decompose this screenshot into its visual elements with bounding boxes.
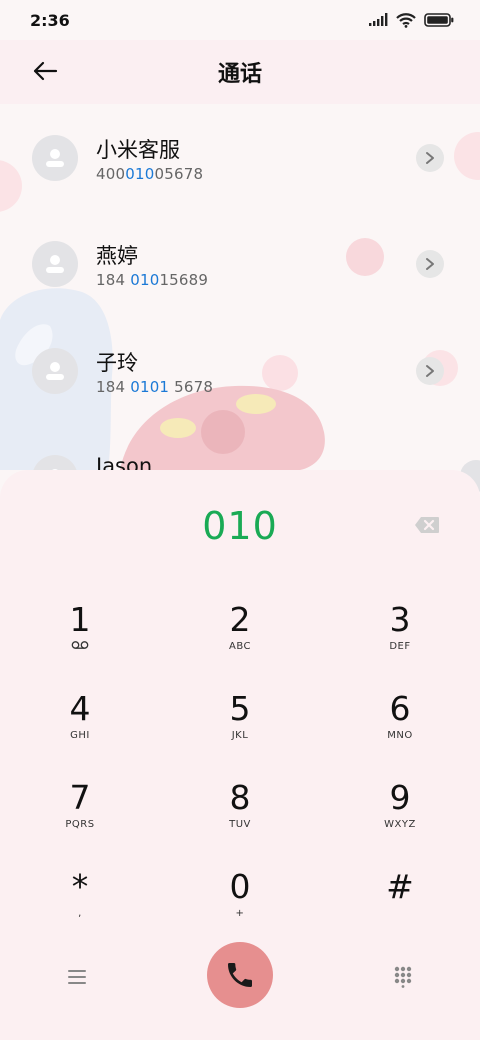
contact-row[interactable]: 子玲 184 0101 5678 bbox=[0, 317, 480, 423]
chevron-right-icon bbox=[426, 152, 434, 164]
chevron-right-icon bbox=[426, 365, 434, 377]
keypad-toggle-button[interactable] bbox=[388, 962, 418, 992]
arrow-left-icon bbox=[33, 61, 58, 81]
wifi-icon bbox=[396, 12, 416, 28]
contact-row[interactable]: 小米客服 40001005678 bbox=[0, 104, 480, 210]
menu-button[interactable] bbox=[62, 962, 92, 992]
status-time: 2:36 bbox=[30, 10, 70, 30]
page-title: 通话 bbox=[217, 62, 262, 87]
key-0[interactable]: 0 + bbox=[180, 867, 300, 947]
contact-detail-button[interactable] bbox=[416, 144, 444, 172]
key-9[interactable]: 9 WXYZ bbox=[340, 778, 460, 858]
dialer-panel: 010 1 2 ABC 3 DEF 4 GHI 5 JKL 6 MNO 7 PQ… bbox=[0, 470, 480, 1040]
person-icon bbox=[46, 149, 64, 167]
signal-icon bbox=[369, 13, 388, 26]
voicemail-icon bbox=[20, 640, 140, 654]
avatar bbox=[32, 241, 78, 287]
contact-detail-button[interactable] bbox=[416, 250, 444, 278]
status-icons bbox=[368, 12, 454, 28]
key-2[interactable]: 2 ABC bbox=[180, 600, 300, 680]
key-6[interactable]: 6 MNO bbox=[340, 689, 460, 769]
key-4[interactable]: 4 GHI bbox=[20, 689, 140, 769]
dialer-bottom-bar bbox=[0, 942, 480, 1012]
contact-name: 燕婷 bbox=[96, 244, 138, 268]
contact-row[interactable]: 燕婷 184 01015689 bbox=[0, 210, 480, 316]
avatar bbox=[32, 348, 78, 394]
backspace-button[interactable] bbox=[414, 516, 440, 534]
key-star[interactable]: * , bbox=[20, 867, 140, 947]
dialpad-icon bbox=[394, 966, 412, 988]
menu-icon bbox=[68, 970, 86, 984]
phone-icon bbox=[228, 963, 252, 987]
key-hash[interactable]: # bbox=[340, 867, 460, 947]
contact-number: 40001005678 bbox=[96, 165, 204, 183]
dial-input[interactable]: 010 bbox=[0, 504, 480, 548]
chevron-right-icon bbox=[426, 258, 434, 270]
person-icon bbox=[46, 255, 64, 273]
back-button[interactable] bbox=[30, 56, 60, 86]
app-header: 通话 bbox=[0, 40, 480, 104]
contact-detail-button[interactable] bbox=[416, 357, 444, 385]
contact-name: 小米客服 bbox=[96, 138, 180, 162]
status-bar: 2:36 bbox=[0, 0, 480, 40]
key-3[interactable]: 3 DEF bbox=[340, 600, 460, 680]
contact-number: 184 0101 5678 bbox=[96, 378, 214, 396]
backspace-icon bbox=[415, 517, 439, 533]
battery-icon bbox=[424, 13, 454, 27]
contact-number: 184 01015689 bbox=[96, 271, 209, 289]
key-8[interactable]: 8 TUV bbox=[180, 778, 300, 858]
avatar bbox=[32, 135, 78, 181]
contact-name: 子玲 bbox=[96, 351, 138, 375]
person-icon bbox=[46, 362, 64, 380]
key-1[interactable]: 1 bbox=[20, 600, 140, 680]
key-7[interactable]: 7 PQRS bbox=[20, 778, 140, 858]
key-5[interactable]: 5 JKL bbox=[180, 689, 300, 769]
call-button[interactable] bbox=[207, 942, 273, 1008]
